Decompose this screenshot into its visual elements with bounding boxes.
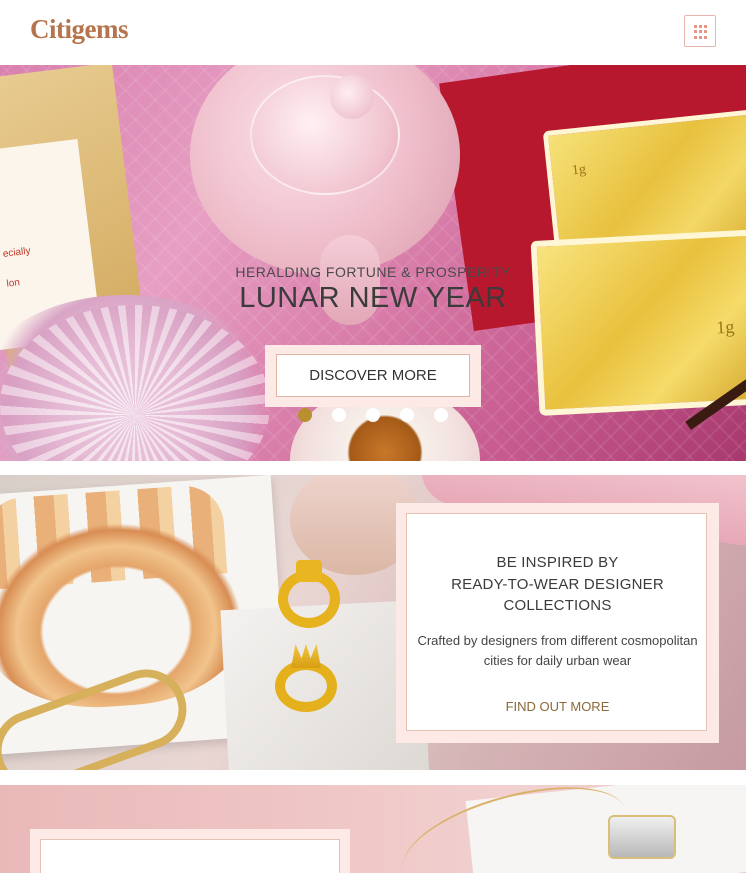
- designer-title: BE INSPIRED BY READY-TO-WEAR DESIGNER CO…: [407, 552, 708, 617]
- designer-info-frame: BE INSPIRED BY READY-TO-WEAR DESIGNER CO…: [396, 503, 719, 743]
- designer-collections-banner: BE INSPIRED BY READY-TO-WEAR DESIGNER CO…: [0, 475, 746, 770]
- slider-dot[interactable]: [298, 408, 312, 422]
- third-info-frame: [30, 829, 350, 873]
- discover-more-button[interactable]: DISCOVER MORE: [276, 354, 470, 397]
- designer-description: Crafted by designers from different cosm…: [417, 633, 698, 668]
- designer-title-line: BE INSPIRED BY: [496, 554, 619, 571]
- slider-dot[interactable]: [400, 408, 414, 422]
- gold-crown-ring-image: [275, 660, 337, 712]
- designer-info-card: BE INSPIRED BY READY-TO-WEAR DESIGNER CO…: [406, 513, 707, 731]
- third-info-card: [40, 839, 340, 873]
- slider-pagination: [298, 408, 448, 422]
- find-out-more-link[interactable]: FIND OUT MORE: [407, 699, 708, 714]
- grid-menu-icon: [694, 25, 708, 39]
- discover-button-frame: DISCOVER MORE: [265, 345, 481, 407]
- teapot-lid-image: [250, 75, 400, 195]
- designer-title-line: READY-TO-WEAR DESIGNER: [451, 575, 664, 593]
- gold-bar-label: 1g: [571, 162, 587, 179]
- gold-bar-label: 1g: [715, 316, 735, 338]
- hero-title: LUNAR NEW YEAR: [239, 282, 507, 314]
- hero-banner: r ecially lon 1g 1g HERALDING FORTUNE & …: [0, 65, 746, 461]
- gold-ring-image: [278, 560, 340, 628]
- menu-button[interactable]: [684, 15, 716, 47]
- slider-dot[interactable]: [434, 408, 448, 422]
- third-banner: [0, 785, 746, 873]
- designer-title-line: COLLECTIONS: [503, 597, 612, 614]
- hero-subtitle: HERALDING FORTUNE & PROSPERITY: [235, 264, 511, 280]
- slider-dot[interactable]: [366, 408, 380, 422]
- brand-logo[interactable]: Citigems: [30, 14, 128, 45]
- gold-bar-image: 1g: [530, 229, 746, 416]
- site-header: Citigems: [0, 0, 746, 65]
- card-text: ecially: [2, 245, 32, 260]
- pencil-sharpener-image: [608, 815, 676, 859]
- teapot-knob-image: [330, 75, 374, 119]
- slider-dot[interactable]: [332, 408, 346, 422]
